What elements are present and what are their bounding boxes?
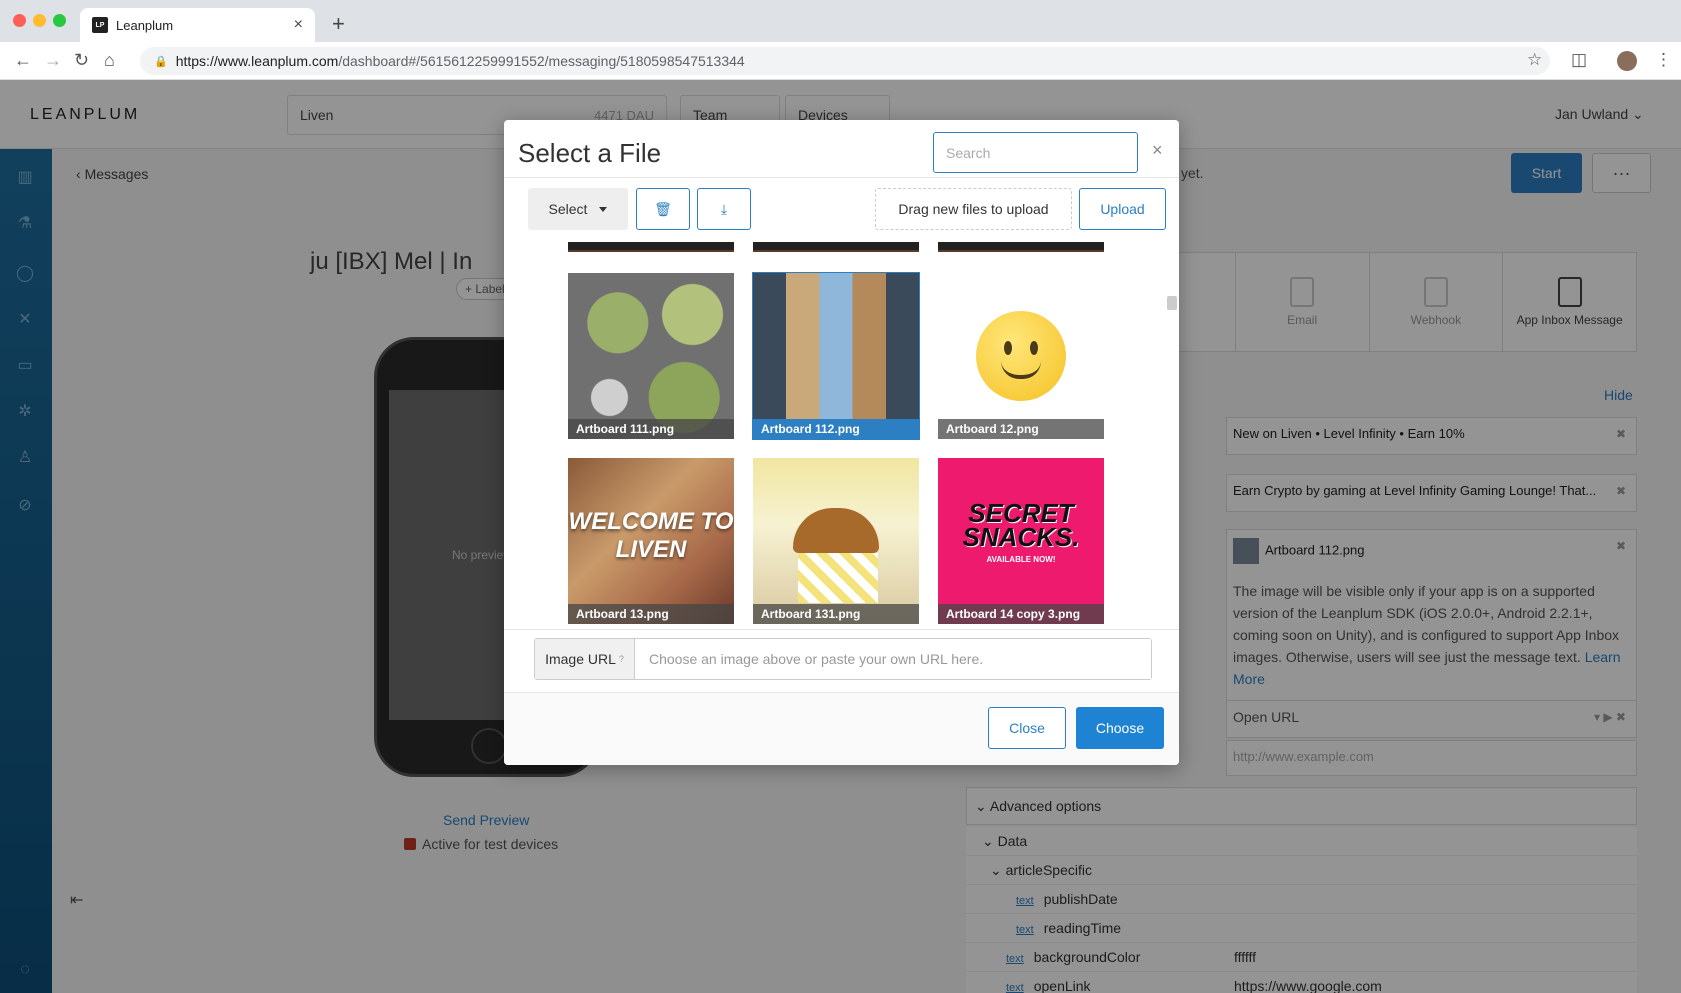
smiley-icon: [976, 311, 1066, 401]
reload-icon[interactable]: ↻: [74, 50, 89, 71]
select-dropdown-button[interactable]: Select: [528, 188, 628, 230]
snacks-text: SECRET SNACKS.: [962, 497, 1080, 552]
file-name: Artboard 131.png: [753, 604, 919, 624]
close-button[interactable]: Close: [988, 707, 1066, 749]
help-icon[interactable]: ?: [619, 654, 624, 664]
drag-upload-zone[interactable]: Drag new files to upload: [875, 188, 1072, 230]
file-thumbnail: [938, 273, 1104, 439]
browser-menu-icon[interactable]: ⋮: [1655, 50, 1672, 70]
modal-footer: Close Choose: [504, 693, 1179, 765]
image-url-label: Image URL?: [535, 639, 635, 679]
back-icon[interactable]: ←: [14, 50, 32, 71]
file-tile[interactable]: Artboard 111.png: [568, 273, 734, 439]
divider: [504, 629, 1179, 630]
file-thumbnail: [753, 273, 919, 439]
file-thumbnail: [568, 273, 734, 439]
download-file-button[interactable]: ⤓: [697, 188, 751, 230]
file-thumbnail: [753, 458, 919, 624]
trash-icon: 🗑: [654, 200, 672, 217]
maximize-window-button[interactable]: [53, 14, 66, 27]
url-text: https://www.leanplum.com/dashboard#/5615…: [175, 53, 745, 69]
file-name: Artboard 112.png: [753, 419, 919, 439]
browser-tab-bar: LP Leanplum × +: [0, 0, 1681, 42]
file-tile-partial[interactable]: [753, 242, 919, 252]
select-file-modal: Select a File × Select 🗑 ⤓ Drag new file…: [504, 120, 1179, 765]
modal-title: Select a File: [518, 138, 662, 168]
minimize-window-button[interactable]: [33, 14, 46, 27]
file-tile-selected[interactable]: Artboard 112.png: [752, 272, 920, 440]
delete-file-button[interactable]: 🗑: [636, 188, 690, 230]
divider: [504, 177, 1179, 178]
file-name: Artboard 111.png: [568, 419, 734, 439]
file-tile-partial[interactable]: [938, 242, 1104, 252]
address-bar[interactable]: 🔒 https://www.leanplum.com/dashboard#/56…: [140, 47, 1550, 75]
welcome-text: WELCOME TO LIVEN: [568, 508, 734, 563]
file-tile[interactable]: SECRET SNACKS. AVAILABLE NOW! Artboard 1…: [938, 458, 1104, 624]
file-tile-partial[interactable]: [568, 242, 734, 252]
file-tile[interactable]: Artboard 12.png: [938, 273, 1104, 439]
tab-title: Leanplum: [116, 17, 174, 33]
upload-button[interactable]: Upload: [1079, 188, 1166, 230]
close-window-button[interactable]: [13, 14, 26, 27]
profile-avatar[interactable]: [1617, 51, 1637, 71]
caret-down-icon: [599, 206, 608, 212]
forward-icon[interactable]: →: [44, 50, 62, 71]
new-tab-icon[interactable]: +: [332, 11, 345, 37]
browser-toolbar: ← → ↻ ⌂ 🔒 https://www.leanplum.com/dashb…: [0, 42, 1681, 80]
choose-button[interactable]: Choose: [1076, 707, 1164, 749]
download-icon: ⤓: [720, 200, 728, 217]
file-search-input[interactable]: [933, 132, 1138, 173]
file-name: Artboard 13.png: [568, 604, 734, 624]
close-tab-icon[interactable]: ×: [294, 16, 303, 34]
lock-icon: 🔒: [154, 55, 168, 68]
file-tile[interactable]: Artboard 131.png: [753, 458, 919, 624]
extensions-icon[interactable]: ◫: [1571, 50, 1587, 70]
file-grid-scrollbar[interactable]: [1167, 296, 1177, 310]
file-tile[interactable]: WELCOME TO LIVEN Artboard 13.png: [568, 458, 734, 624]
browser-tab[interactable]: LP Leanplum ×: [80, 8, 315, 42]
snacks-subtext: AVAILABLE NOW!: [986, 554, 1056, 564]
bookmark-star-icon[interactable]: ☆: [1527, 50, 1542, 70]
image-url-group: Image URL?: [534, 638, 1152, 680]
leanplum-favicon-icon: LP: [92, 17, 108, 33]
home-icon[interactable]: ⌂: [104, 50, 115, 71]
file-name: Artboard 12.png: [938, 419, 1104, 439]
file-name: Artboard 14 copy 3.png: [938, 604, 1104, 624]
image-url-input[interactable]: [635, 639, 1151, 679]
close-modal-icon[interactable]: ×: [1152, 140, 1163, 161]
file-thumbnail: WELCOME TO LIVEN: [568, 458, 734, 624]
file-thumbnail: SECRET SNACKS. AVAILABLE NOW!: [938, 458, 1104, 624]
